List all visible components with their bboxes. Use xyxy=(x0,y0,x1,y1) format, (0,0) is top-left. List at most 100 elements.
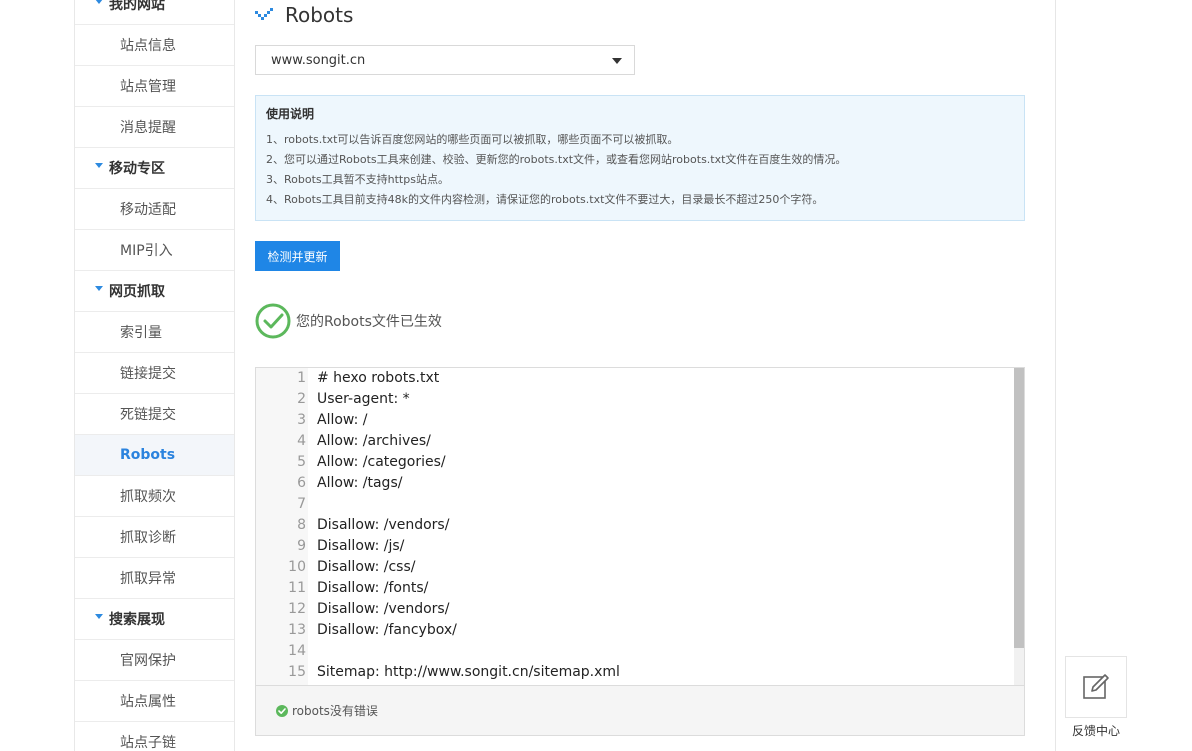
line-text: Disallow: /css/ xyxy=(317,559,416,575)
sidebar-item-label: 站点管理 xyxy=(120,79,176,95)
sidebar-item[interactable]: 消息提醒 xyxy=(75,107,234,148)
status-row: 您的Robots文件已生效 xyxy=(255,303,442,339)
usage-instructions: 使用说明 1、robots.txt可以告诉百度您网站的哪些页面可以被抓取，哪些页… xyxy=(255,95,1025,221)
sidebar-item-label: Robots xyxy=(120,447,176,463)
line-number: 5 xyxy=(297,454,306,470)
site-select-dropdown[interactable]: www.songit.cn xyxy=(255,45,635,75)
line-number: 15 xyxy=(288,664,306,680)
caret-down-icon xyxy=(95,162,103,168)
line-number: 12 xyxy=(288,601,306,617)
line-number: 9 xyxy=(297,538,306,554)
sidebar-item[interactable]: 站点属性 xyxy=(75,681,234,722)
sidebar-item-label: 站点属性 xyxy=(120,694,176,710)
status-text: 您的Robots文件已生效 xyxy=(296,314,442,330)
sidebar-item-label: 抓取诊断 xyxy=(120,530,176,546)
line-number: 1 xyxy=(297,370,306,386)
sidebar-item[interactable]: 站点子链 xyxy=(75,722,234,751)
line-text: # hexo robots.txt xyxy=(317,370,440,386)
line-number: 3 xyxy=(297,412,306,428)
sidebar-item[interactable]: MIP引入 xyxy=(75,230,234,271)
line-text: Allow: /archives/ xyxy=(317,433,431,449)
sidebar-item[interactable]: 索引量 xyxy=(75,312,234,353)
instruction-line: 3、Robots工具暂不支持https站点。 xyxy=(266,173,449,186)
sidebar-item-label: 链接提交 xyxy=(120,366,176,382)
code-line: 7 xyxy=(256,494,1014,515)
page-title: Robots xyxy=(285,3,354,27)
line-number: 7 xyxy=(297,496,306,512)
code-line: 5 Allow: /categories/ xyxy=(256,452,1014,473)
line-text: Disallow: /vendors/ xyxy=(317,601,450,617)
line-number: 8 xyxy=(297,517,306,533)
checkmark-logo-icon xyxy=(255,8,273,20)
code-line: 9 Disallow: /js/ xyxy=(256,536,1014,557)
sidebar-group[interactable]: 移动专区 xyxy=(75,148,234,189)
sidebar-item-label: 消息提醒 xyxy=(120,120,176,136)
page-header: Robots xyxy=(255,3,353,27)
line-number: 11 xyxy=(288,580,306,596)
code-line: 8 Disallow: /vendors/ xyxy=(256,515,1014,536)
code-line: 1 # hexo robots.txt xyxy=(256,368,1014,389)
main-content: Robots www.songit.cn 使用说明 1、robots.txt可以… xyxy=(235,0,1055,751)
code-line: 3 Allow: / xyxy=(256,410,1014,431)
sidebar: 我的网站站点信息站点管理消息提醒移动专区移动适配 MIP引入网页抓取索引量链接提交… xyxy=(74,0,235,751)
line-text: Disallow: /vendors/ xyxy=(317,517,450,533)
sidebar-item-label: 移动专区 xyxy=(109,161,165,177)
code-line: 2 User-agent: * xyxy=(256,389,1014,410)
line-number: 6 xyxy=(297,475,306,491)
sidebar-item-label: 站点子链 xyxy=(120,735,176,751)
sidebar-item-label: MIP引入 xyxy=(120,243,173,259)
code-area[interactable]: 1 # hexo robots.txt 2 User-agent: * 3 Allow: … xyxy=(256,368,1024,685)
sidebar-item-label: 搜索展现 xyxy=(109,612,165,628)
feedback-button[interactable] xyxy=(1065,656,1127,718)
sidebar-item-label: 抓取异常 xyxy=(120,571,176,587)
sidebar-item[interactable]: 站点信息 xyxy=(75,25,234,66)
line-number: 14 xyxy=(288,643,306,659)
feedback-label: 反馈中心 xyxy=(1071,724,1120,738)
code-line: 14 xyxy=(256,641,1014,662)
sidebar-item[interactable]: 抓取频次 xyxy=(75,476,234,517)
line-text: Allow: /categories/ xyxy=(317,454,446,470)
code-line: 4 Allow: /archives/ xyxy=(256,431,1014,452)
code-line: 13 Disallow: /fancybox/ xyxy=(256,620,1014,641)
line-text: Disallow: /js/ xyxy=(317,538,405,554)
validation-result: robots没有错误 xyxy=(256,685,1024,735)
line-text: Disallow: /fonts/ xyxy=(317,580,429,596)
sidebar-item[interactable]: 站点管理 xyxy=(75,66,234,107)
sidebar-item-label: 站点信息 xyxy=(120,38,176,54)
content-divider xyxy=(1055,0,1056,751)
scrollbar-track[interactable] xyxy=(1014,368,1024,685)
line-number: 2 xyxy=(297,391,306,407)
instruction-line: 2、您可以通过Robots工具来创建、校验、更新您的robots.txt文件，或… xyxy=(266,153,847,166)
site-select-value: www.songit.cn xyxy=(271,52,366,68)
scrollbar-thumb[interactable] xyxy=(1014,368,1024,648)
code-line: 11 Disallow: /fonts/ xyxy=(256,578,1014,599)
line-number: 4 xyxy=(297,433,306,449)
line-text: Disallow: /fancybox/ xyxy=(317,622,457,638)
robots-editor: 1 # hexo robots.txt 2 User-agent: * 3 Allow: … xyxy=(255,367,1025,736)
sidebar-item[interactable]: 链接提交 xyxy=(75,353,234,394)
sidebar-group[interactable]: 网页抓取 xyxy=(75,271,234,312)
result-text: robots没有错误 xyxy=(292,704,378,718)
sidebar-item[interactable]: 官网保护 xyxy=(75,640,234,681)
sidebar-item-label: 死链提交 xyxy=(120,407,176,423)
sidebar-item-label: 索引量 xyxy=(120,325,162,341)
sidebar-item-label: 移动适配 xyxy=(120,202,176,218)
instruction-line: 4、Robots工具目前支持48k的文件内容检测，请保证您的robots.txt… xyxy=(266,193,824,206)
code-line: 12 Disallow: /vendors/ xyxy=(256,599,1014,620)
sidebar-group[interactable]: 我的网站 xyxy=(75,0,234,25)
line-text: Sitemap: http://www.songit.cn/sitemap.xm… xyxy=(317,664,620,680)
check-and-update-button[interactable]: 检测并更新 xyxy=(255,241,340,271)
line-text: Allow: / xyxy=(317,412,368,428)
sidebar-item[interactable]: 移动适配 xyxy=(75,189,234,230)
sidebar-item[interactable]: 死链提交 xyxy=(75,394,234,435)
success-small-icon xyxy=(276,704,288,717)
sidebar-item-label: 抓取频次 xyxy=(120,489,176,505)
sidebar-item[interactable]: Robots xyxy=(75,435,234,476)
sidebar-item[interactable]: 抓取诊断 xyxy=(75,517,234,558)
sidebar-list: 我的网站站点信息站点管理消息提醒移动专区移动适配 MIP引入网页抓取索引量链接提交… xyxy=(75,0,234,751)
caret-down-icon xyxy=(95,613,103,619)
line-number: 13 xyxy=(288,622,306,638)
sidebar-item[interactable]: 抓取异常 xyxy=(75,558,234,599)
caret-down-icon xyxy=(612,58,622,64)
sidebar-group[interactable]: 搜索展现 xyxy=(75,599,234,640)
